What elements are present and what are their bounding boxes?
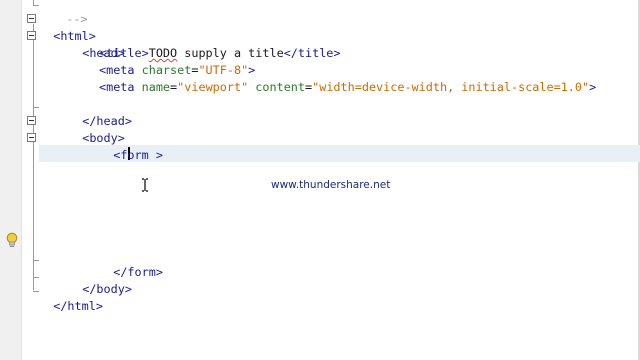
tag-token: >	[248, 63, 256, 77]
watermark-text: www.thundershare.net	[271, 179, 391, 191]
ibeam-cursor-icon	[142, 178, 148, 192]
code-line-comment-end[interactable]: -->	[52, 0, 87, 26]
fold-toggle-head[interactable]	[27, 31, 36, 40]
code-line-body-close[interactable]: </body>	[68, 264, 132, 296]
fold-guide	[33, 5, 39, 6]
value-token: "UTF-8"	[198, 63, 249, 77]
spelling-error-token: TODO	[148, 46, 178, 60]
tag-token: <meta	[99, 63, 142, 77]
text-token: supply a title	[177, 46, 284, 60]
value-token: "viewport"	[177, 80, 249, 94]
fold-guide	[33, 260, 39, 261]
fold-toggle-html[interactable]	[27, 14, 36, 23]
code-line-meta-charset[interactable]: <meta charset="UTF-8">	[99, 62, 255, 79]
code-line-form-close[interactable]: </form>	[99, 247, 163, 279]
attribute-token: name	[141, 80, 171, 94]
code-line-meta-viewport[interactable]: <meta name="viewport" content="width=dev…	[99, 79, 596, 96]
code-line-html-close[interactable]: </html>	[39, 281, 103, 313]
code-line-body-open[interactable]: <body>	[68, 113, 125, 145]
code-line-head-close[interactable]: </head>	[68, 96, 132, 128]
fold-guide-html	[33, 24, 34, 290]
fold-toggle-body[interactable]	[27, 116, 36, 125]
tag-token: </title>	[283, 46, 341, 60]
fold-column	[23, 0, 39, 360]
fold-guide	[33, 107, 39, 108]
tag-token: <meta	[99, 80, 142, 94]
code-line-head-open[interactable]: <head>	[68, 28, 125, 60]
fold-toggle-form[interactable]	[27, 133, 36, 142]
attribute-token: content	[255, 80, 306, 94]
tag-token: >	[589, 80, 597, 94]
lightbulb-hint-icon[interactable]	[5, 232, 19, 248]
code-line-title[interactable]: <title>TODO supply a title</title>	[99, 45, 341, 62]
code-line-form-open[interactable]: <form >	[99, 130, 163, 162]
code-line-html-open[interactable]: <html>	[39, 11, 96, 43]
value-token: "width=device-width, initial-scale=1.0"	[312, 80, 590, 94]
tag-token: </html>	[53, 299, 103, 313]
tag-token: <form >	[113, 148, 163, 162]
attribute-token: charset	[141, 63, 192, 77]
tag-token: <title>	[99, 46, 149, 60]
fold-guide	[33, 277, 39, 278]
editor-gutter	[0, 0, 22, 360]
